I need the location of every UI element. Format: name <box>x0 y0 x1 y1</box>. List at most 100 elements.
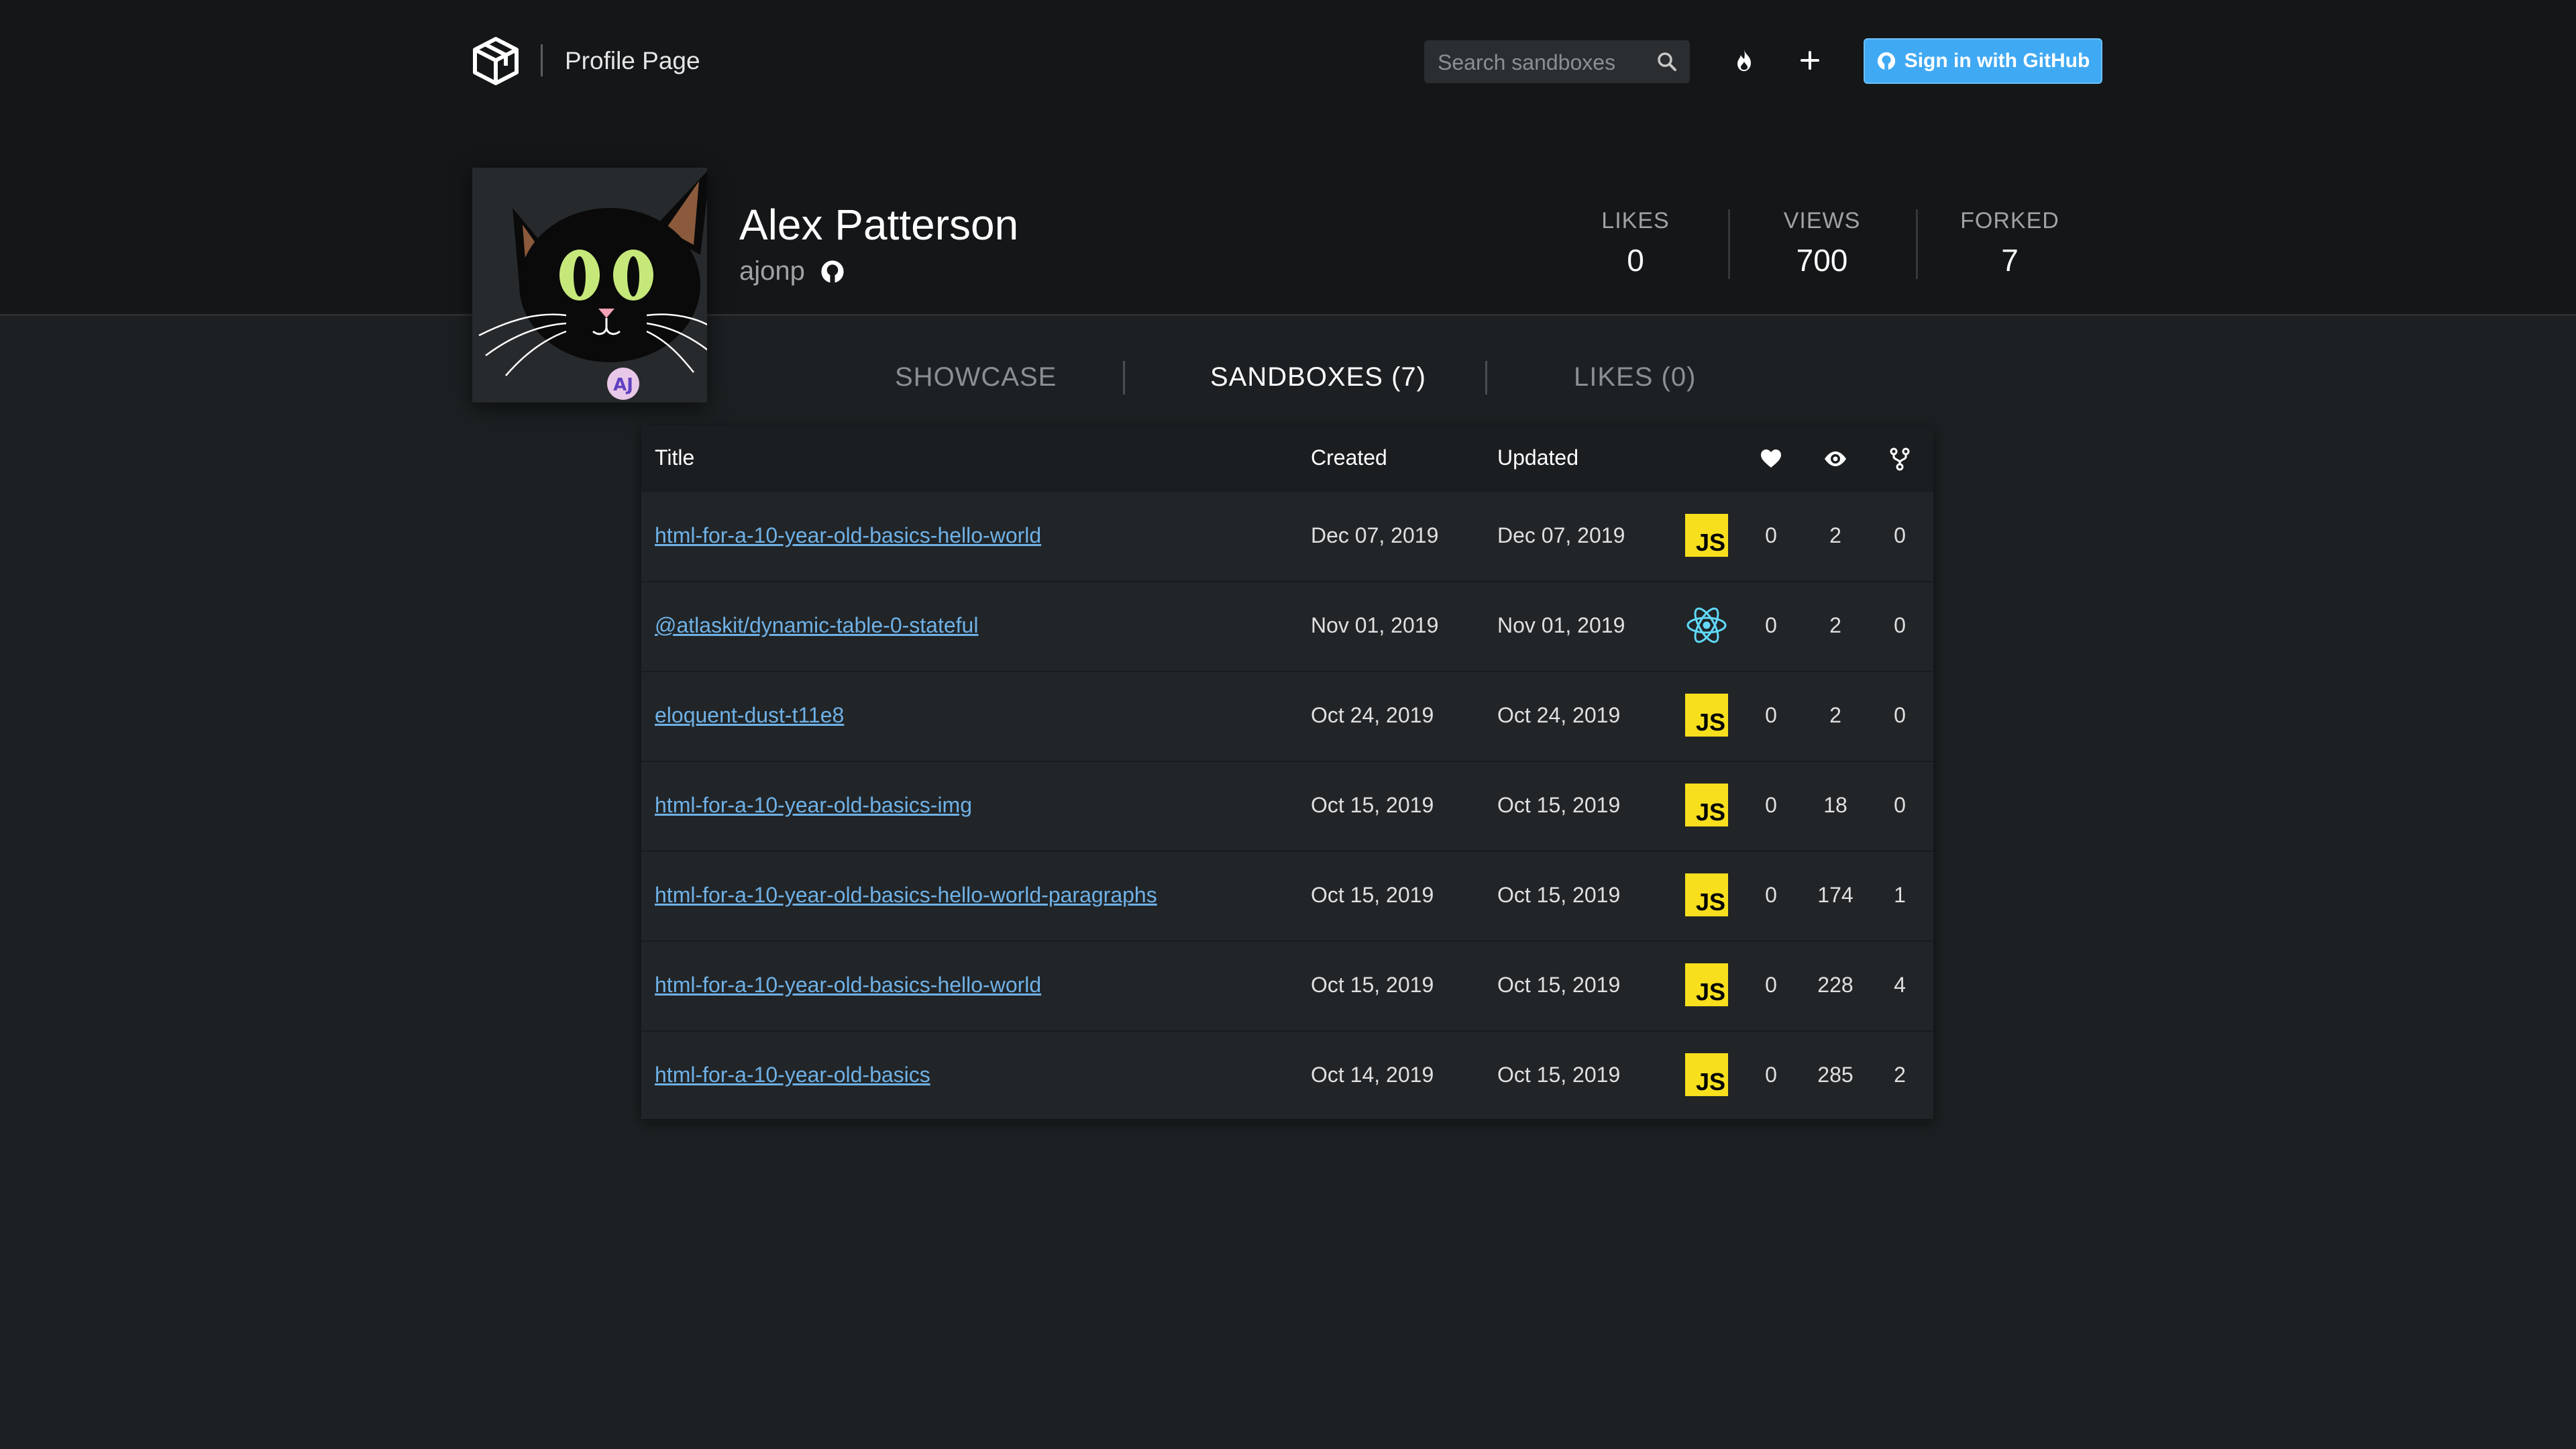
search-icon[interactable] <box>1656 51 1678 72</box>
updated-date: Oct 15, 2019 <box>1497 793 1621 817</box>
forks-count: 0 <box>1894 793 1906 817</box>
table-row: html-for-a-10-year-old-basics-hello-worl… <box>641 942 1933 1032</box>
created-date: Oct 15, 2019 <box>1311 883 1434 907</box>
sandbox-title-link[interactable]: eloquent-dust-t11e8 <box>655 703 844 728</box>
forks-count: 0 <box>1894 523 1906 547</box>
js-icon-label: JS <box>1695 708 1725 736</box>
updated-date: Nov 01, 2019 <box>1497 613 1625 637</box>
js-icon: JS <box>1685 514 1728 557</box>
cat-avatar-image: AJ <box>472 168 714 402</box>
table-row: html-for-a-10-year-old-basics-hello-worl… <box>641 492 1933 582</box>
likes-count: 0 <box>1765 1063 1777 1087</box>
views-count: 2 <box>1829 703 1841 727</box>
updated-date: Oct 15, 2019 <box>1497 883 1621 907</box>
updated-date: Oct 24, 2019 <box>1497 703 1621 727</box>
updated-date: Dec 07, 2019 <box>1497 523 1625 547</box>
profile-hero <box>0 0 2576 316</box>
likes-count: 0 <box>1765 973 1777 997</box>
stat-likes: LIKES 0 <box>1548 208 1723 278</box>
avatar-badge-text: AJ <box>613 375 633 395</box>
likes-count: 0 <box>1765 793 1777 817</box>
created-date: Nov 01, 2019 <box>1311 613 1439 637</box>
created-date: Oct 24, 2019 <box>1311 703 1434 727</box>
page-title: Profile Page <box>565 47 700 74</box>
sandbox-title-link[interactable]: html-for-a-10-year-old-basics-hello-worl… <box>655 973 1041 998</box>
table-header: Title Created Updated <box>641 425 1933 492</box>
tab-divider <box>1123 361 1125 394</box>
tab-showcase[interactable]: SHOWCASE <box>895 362 1057 392</box>
js-icon: JS <box>1685 694 1728 737</box>
table-row: @atlaskit/dynamic-table-0-stateful Nov 01… <box>641 582 1933 672</box>
js-icon-label: JS <box>1695 1068 1725 1095</box>
table-row: html-for-a-10-year-old-basics-img Oct 15,… <box>641 762 1933 852</box>
column-title[interactable]: Title <box>655 445 694 470</box>
forks-count: 1 <box>1894 883 1906 907</box>
stat-forked: FORKED 7 <box>1923 208 2097 278</box>
profile-name: Alex Patterson <box>739 201 1019 249</box>
heart-icon <box>1761 449 1781 468</box>
sandbox-title-link[interactable]: html-for-a-10-year-old-basics-hello-worl… <box>655 883 1157 908</box>
created-date: Oct 15, 2019 <box>1311 793 1434 817</box>
created-date: Oct 14, 2019 <box>1311 1063 1434 1087</box>
sandbox-title-link[interactable]: html-for-a-10-year-old-basics-img <box>655 793 972 818</box>
flame-icon[interactable] <box>1731 47 1758 74</box>
likes-count: 0 <box>1765 883 1777 907</box>
likes-count: 0 <box>1765 523 1777 547</box>
js-icon: JS <box>1685 963 1728 1006</box>
stat-value: 700 <box>1796 243 1848 278</box>
likes-count: 0 <box>1765 703 1777 727</box>
forks-count: 0 <box>1894 703 1906 727</box>
updated-date: Oct 15, 2019 <box>1497 1063 1621 1087</box>
updated-date: Oct 15, 2019 <box>1497 973 1621 997</box>
tab-sandboxes[interactable]: SANDBOXES (7) <box>1210 362 1426 392</box>
created-date: Dec 07, 2019 <box>1311 523 1439 547</box>
sandbox-title-link[interactable]: html-for-a-10-year-old-basics <box>655 1063 930 1087</box>
column-updated[interactable]: Updated <box>1497 445 1578 470</box>
views-count: 228 <box>1817 973 1854 997</box>
stat-views: VIEWS 700 <box>1735 208 1909 278</box>
profile-username: ajonp <box>739 256 805 286</box>
stat-value: 0 <box>1627 243 1644 278</box>
search-input[interactable] <box>1436 40 1654 85</box>
js-icon: JS <box>1685 784 1728 826</box>
views-count: 2 <box>1829 523 1841 547</box>
views-count: 285 <box>1817 1063 1854 1087</box>
js-icon: JS <box>1685 873 1728 916</box>
stat-label: LIKES <box>1601 208 1670 233</box>
forks-count: 2 <box>1894 1063 1906 1087</box>
column-created[interactable]: Created <box>1311 445 1387 470</box>
tab-likes[interactable]: LIKES (0) <box>1574 362 1696 392</box>
plus-icon[interactable] <box>1796 47 1823 74</box>
sandboxes-table: Title Created Updated html-for-a-10-year… <box>641 425 1933 1122</box>
js-icon-label: JS <box>1695 529 1725 556</box>
search-box[interactable] <box>1424 40 1690 85</box>
table-row: html-for-a-10-year-old-basics Oct 14, 201… <box>641 1032 1933 1122</box>
github-icon[interactable] <box>820 259 845 284</box>
stat-label: FORKED <box>1960 208 2059 233</box>
created-date: Oct 15, 2019 <box>1311 973 1434 997</box>
sign-in-github-button[interactable]: Sign in with GitHub <box>1864 38 2102 84</box>
views-count: 2 <box>1829 613 1841 637</box>
table-row: html-for-a-10-year-old-basics-hello-worl… <box>641 852 1933 942</box>
views-count: 174 <box>1817 883 1854 907</box>
fork-icon <box>1890 447 1910 471</box>
header-divider <box>541 44 543 76</box>
forks-count: 0 <box>1894 613 1906 637</box>
codesandbox-logo-icon[interactable] <box>470 35 522 87</box>
views-count: 18 <box>1823 793 1847 817</box>
stat-divider <box>1916 209 1918 279</box>
table-row: eloquent-dust-t11e8 Oct 24, 2019 Oct 24, 2… <box>641 672 1933 762</box>
js-icon: JS <box>1685 1053 1728 1096</box>
react-icon <box>1685 604 1728 647</box>
sandbox-title-link[interactable]: @atlaskit/dynamic-table-0-stateful <box>655 613 978 638</box>
sign-in-label: Sign in with GitHub <box>1904 50 2090 72</box>
js-icon-label: JS <box>1695 978 1725 1006</box>
sandbox-title-link[interactable]: html-for-a-10-year-old-basics-hello-worl… <box>655 523 1041 548</box>
js-icon-label: JS <box>1695 798 1725 826</box>
avatar: AJ <box>472 168 714 402</box>
js-icon-label: JS <box>1695 888 1725 916</box>
stat-divider <box>1728 209 1730 279</box>
forks-count: 4 <box>1894 973 1906 997</box>
eye-icon <box>1825 451 1846 466</box>
stat-label: VIEWS <box>1783 208 1861 233</box>
